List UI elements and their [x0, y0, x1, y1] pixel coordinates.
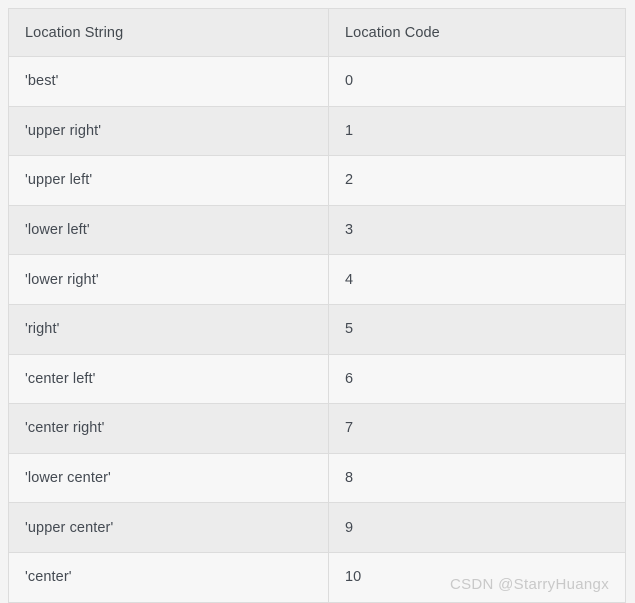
cell-location-code: 3	[328, 204, 626, 256]
table-row: 'lower center' 8	[8, 452, 626, 504]
cell-location-string: 'lower right'	[8, 254, 329, 305]
column-header-location-code: Location Code	[328, 8, 626, 57]
cell-location-code: 10 CSDN @StarryHuangx	[328, 551, 626, 603]
cell-location-code-value: 10	[345, 569, 362, 586]
cell-location-string: 'upper right'	[8, 105, 329, 157]
cell-location-string: 'right'	[8, 303, 329, 355]
watermark-label: CSDN @StarryHuangx	[449, 575, 609, 593]
cell-location-code: 4	[328, 254, 626, 305]
cell-location-string: 'best'	[8, 56, 329, 107]
table-row: 'right' 5	[8, 303, 626, 355]
table-row: 'center right' 7	[8, 403, 626, 454]
cell-location-string: 'center left'	[8, 353, 329, 405]
table-header-row: Location String Location Code	[8, 8, 626, 57]
table-row: 'lower right' 4	[8, 254, 626, 305]
cell-location-string: 'lower left'	[8, 204, 329, 256]
cell-location-code: 0	[328, 56, 626, 107]
page-container: Location String Location Code 'best' 0 '…	[0, 0, 635, 603]
table-row: 'center' 10 CSDN @StarryHuangx	[8, 551, 626, 603]
cell-location-string: 'upper left'	[8, 155, 329, 206]
cell-location-code: 7	[328, 403, 626, 454]
column-header-location-string: Location String	[8, 8, 329, 57]
table-row: 'lower left' 3	[8, 204, 626, 256]
cell-location-string: 'center'	[8, 551, 329, 603]
cell-location-code: 1	[328, 105, 626, 157]
table-header: Location String Location Code	[8, 8, 626, 57]
table-row: 'upper left' 2	[8, 155, 626, 206]
cell-location-code: 2	[328, 155, 626, 206]
table-row: 'upper center' 9	[8, 502, 626, 553]
cell-location-string: 'center right'	[8, 403, 329, 454]
cell-location-string: 'lower center'	[8, 452, 329, 504]
table-body: 'best' 0 'upper right' 1 'upper left' 2 …	[8, 56, 626, 603]
table-row: 'center left' 6	[8, 353, 626, 405]
table-row: 'upper right' 1	[8, 105, 626, 157]
table-row: 'best' 0	[8, 56, 626, 107]
cell-location-code: 8	[328, 452, 626, 504]
legend-location-table: Location String Location Code 'best' 0 '…	[8, 8, 626, 603]
cell-location-code: 9	[328, 502, 626, 553]
cell-location-code: 5	[328, 303, 626, 355]
cell-location-string: 'upper center'	[8, 502, 329, 553]
cell-location-code: 6	[328, 353, 626, 405]
